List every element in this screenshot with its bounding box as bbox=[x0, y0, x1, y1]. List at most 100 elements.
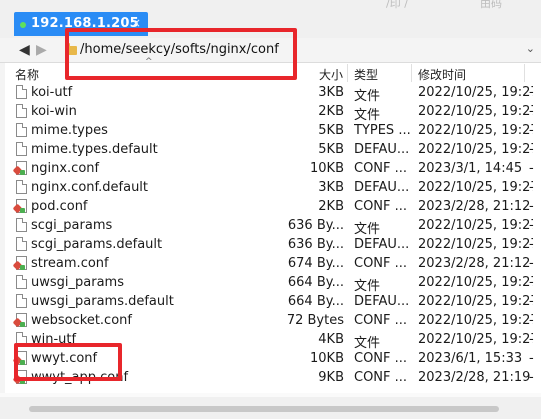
file-extra: - bbox=[529, 256, 534, 271]
file-modified: 2023/3/1, 14:45 bbox=[418, 161, 523, 176]
column-header-size[interactable]: 大小 bbox=[319, 66, 343, 83]
file-modified: 2022/10/25, 19:27 bbox=[418, 104, 533, 119]
file-name: mime.types.default bbox=[31, 142, 158, 157]
doc-icon bbox=[16, 142, 27, 156]
file-size: 636 By... bbox=[287, 218, 344, 233]
file-modified: 2022/10/25, 19:27 bbox=[418, 275, 533, 290]
file-extra: - bbox=[529, 237, 534, 252]
file-name: scgi_params.default bbox=[31, 237, 163, 252]
file-modified: 2022/10/25, 19:27 bbox=[418, 294, 533, 309]
doc-icon bbox=[16, 104, 27, 118]
file-extra: - bbox=[529, 332, 534, 347]
file-name: scgi_params bbox=[31, 218, 113, 233]
file-name: mime.types bbox=[31, 123, 108, 138]
column-header-name[interactable]: 名称 bbox=[15, 66, 39, 83]
file-type: CONF ... bbox=[354, 351, 408, 366]
file-extra: - bbox=[529, 351, 534, 366]
file-row[interactable]: koi-win 2KB 文件 2022/10/25, 19:27- bbox=[0, 102, 541, 123]
file-row[interactable]: mime.types 5KB TYPES ... 2022/10/25, 19:27- bbox=[0, 121, 541, 140]
tab-strip: /印 / 由码 192.168.1.205 × bbox=[0, 0, 541, 38]
file-row[interactable]: mime.types.default 5KB DEFAU... 2022/10/25,… bbox=[0, 140, 541, 159]
forward-arrow-icon[interactable]: ▶ bbox=[36, 42, 47, 58]
file-size: 72 Bytes bbox=[286, 313, 344, 328]
file-extra: - bbox=[529, 161, 534, 176]
file-row[interactable]: pod.conf 2KB CONF ... 2023/2/28, 21:12- bbox=[0, 197, 541, 216]
file-name: koi-win bbox=[31, 104, 77, 119]
file-name: nginx.conf bbox=[31, 161, 100, 176]
file-row[interactable]: nginx.conf.default 3KB DEFAU... 2022/10/25,… bbox=[0, 178, 541, 197]
file-modified: 2022/10/25, 19:27 bbox=[418, 218, 533, 233]
file-type: CONF ... bbox=[354, 256, 408, 271]
conf-file-icon bbox=[16, 370, 27, 384]
column-header-type[interactable]: 类型 bbox=[354, 66, 378, 83]
file-name: nginx.conf.default bbox=[31, 180, 149, 195]
file-size: 4KB bbox=[318, 332, 344, 347]
doc-icon bbox=[16, 218, 27, 232]
horizontal-scrollbar[interactable] bbox=[0, 397, 541, 419]
doc-icon bbox=[16, 275, 27, 289]
conf-file-icon bbox=[16, 351, 27, 365]
doc-icon bbox=[16, 180, 27, 194]
conf-file-icon bbox=[16, 199, 27, 213]
file-type: CONF ... bbox=[354, 370, 408, 385]
file-size: 2KB bbox=[318, 199, 344, 214]
file-name: uwsgi_params bbox=[31, 275, 124, 290]
tab-session[interactable]: 192.168.1.205 × bbox=[14, 12, 148, 36]
scrollbar-thumb[interactable] bbox=[29, 406, 499, 412]
file-list: koi-utf 3KB 文件 2022/10/25, 19:27- koi-win 2KB… bbox=[0, 83, 541, 393]
column-headers: 名称 大小 类型 修改时间 bbox=[0, 63, 541, 83]
file-modified: 2022/10/25, 19:27 bbox=[418, 142, 533, 157]
conf-file-icon bbox=[16, 161, 27, 175]
file-modified: 2023/2/28, 21:12 bbox=[418, 199, 531, 214]
file-size: 664 By... bbox=[287, 294, 344, 309]
file-size: 3KB bbox=[318, 85, 344, 100]
file-size: 5KB bbox=[318, 123, 344, 138]
file-name: websocket.conf bbox=[31, 313, 132, 328]
file-modified: 2022/10/25, 19:27 bbox=[418, 123, 533, 138]
file-name: pod.conf bbox=[31, 199, 88, 214]
file-row[interactable]: websocket.conf 72 Bytes CONF ... 2022/10/25… bbox=[0, 311, 541, 330]
back-arrow-icon[interactable]: ◀ bbox=[19, 42, 30, 58]
faint-header-text: 由码 bbox=[480, 0, 502, 10]
file-size: 664 By... bbox=[287, 275, 344, 290]
file-extra: - bbox=[529, 313, 534, 328]
doc-icon bbox=[16, 85, 27, 99]
file-type: CONF ... bbox=[354, 313, 408, 328]
file-row[interactable]: scgi_params.default 636 By... DEFAU... 2022… bbox=[0, 235, 541, 254]
file-type: DEFAU... bbox=[354, 180, 410, 195]
file-row[interactable]: win-utf 4KB 文件 2022/10/25, 19:27- bbox=[0, 330, 541, 351]
file-row[interactable]: stream.conf 674 By... CONF ... 2023/2/28, 2… bbox=[0, 254, 541, 273]
column-divider[interactable] bbox=[411, 64, 412, 82]
close-icon[interactable]: × bbox=[131, 16, 141, 30]
file-modified: 2022/10/25, 19:27 bbox=[418, 180, 533, 195]
file-modified: 2022/10/25, 19:27 bbox=[418, 85, 533, 100]
file-row[interactable]: wwyt_app.conf 9KB CONF ... 2023/2/28, 21:19… bbox=[0, 368, 541, 387]
address-bar: ◀ ▶ ⌄ bbox=[0, 38, 541, 63]
column-divider[interactable] bbox=[347, 64, 348, 82]
file-type: DEFAU... bbox=[354, 294, 410, 309]
file-size: 3KB bbox=[318, 180, 344, 195]
column-header-modified[interactable]: 修改时间 bbox=[418, 66, 466, 83]
file-type: DEFAU... bbox=[354, 142, 410, 157]
file-row[interactable]: uwsgi_params.default 664 By... DEFAU... 202… bbox=[0, 292, 541, 311]
file-name: win-utf bbox=[31, 332, 77, 347]
connection-status-icon bbox=[20, 22, 26, 28]
chevron-down-icon[interactable]: ⌄ bbox=[526, 42, 535, 55]
file-extra: - bbox=[529, 180, 534, 195]
file-row[interactable]: nginx.conf 10KB CONF ... 2023/3/1, 14:45- bbox=[0, 159, 541, 178]
doc-icon bbox=[16, 332, 27, 346]
file-extra: - bbox=[529, 104, 534, 119]
file-type: TYPES ... bbox=[354, 123, 411, 138]
file-size: 674 By... bbox=[287, 256, 344, 271]
column-divider[interactable] bbox=[524, 64, 525, 82]
file-extra: - bbox=[529, 123, 534, 138]
file-row[interactable]: koi-utf 3KB 文件 2022/10/25, 19:27- bbox=[0, 83, 541, 104]
file-row[interactable]: uwsgi_params 664 By... 文件 2022/10/25, 19:27… bbox=[0, 273, 541, 294]
file-type: CONF ... bbox=[354, 161, 408, 176]
doc-icon bbox=[16, 294, 27, 308]
file-row[interactable]: wwyt.conf 10KB CONF ... 2023/6/1, 15:33- bbox=[0, 349, 541, 368]
file-modified: 2023/2/28, 21:19 bbox=[418, 370, 531, 385]
file-row[interactable]: scgi_params 636 By... 文件 2022/10/25, 19:27- bbox=[0, 216, 541, 237]
file-name: wwyt_app.conf bbox=[31, 370, 129, 385]
file-extra: - bbox=[529, 218, 534, 233]
